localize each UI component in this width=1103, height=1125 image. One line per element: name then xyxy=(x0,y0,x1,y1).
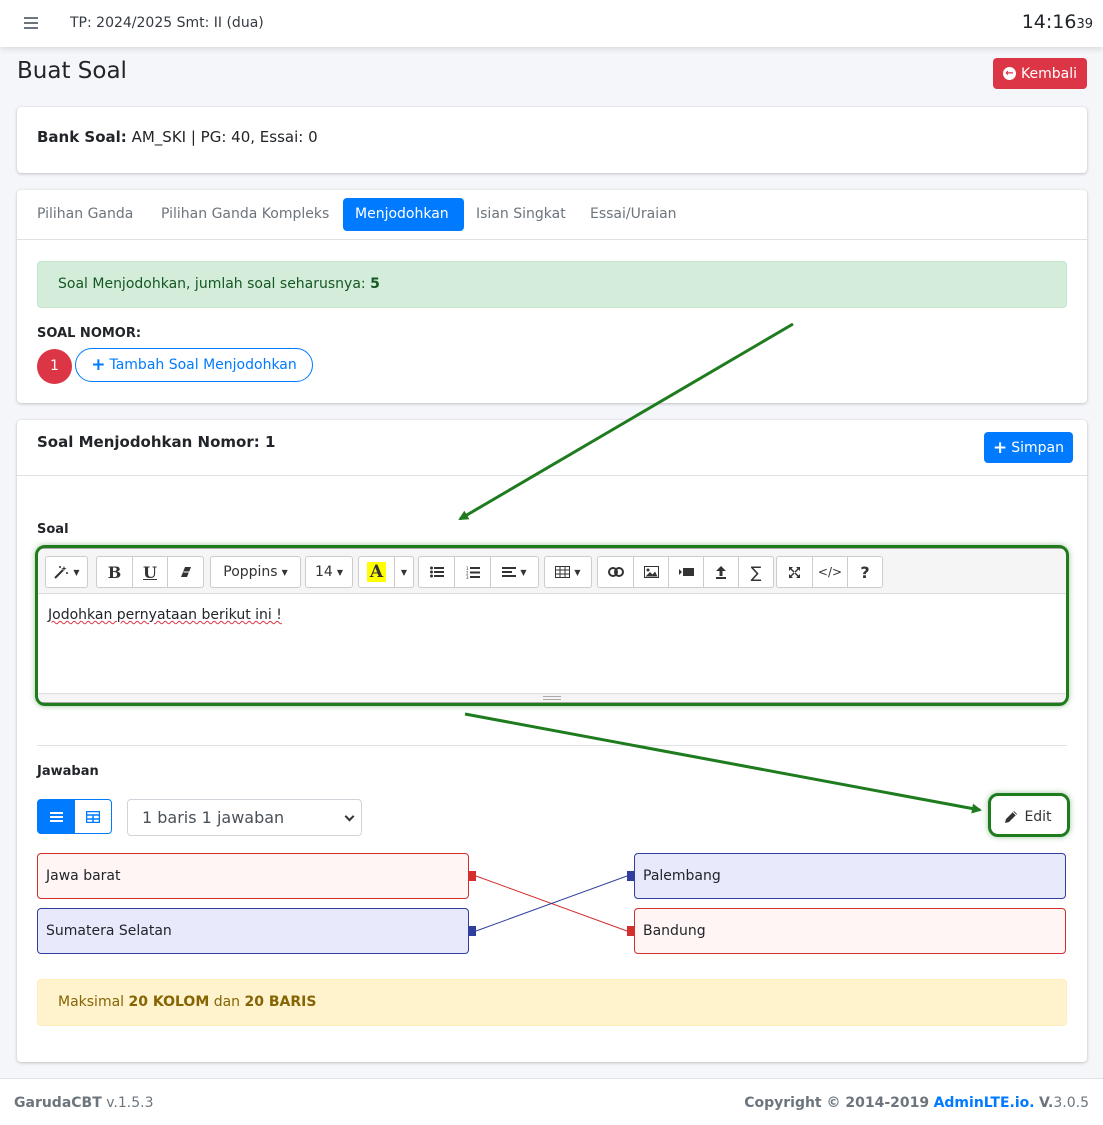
add-question-label: Tambah Soal Menjodohkan xyxy=(109,357,297,373)
app-name: GarudaCBT xyxy=(14,1095,102,1111)
back-button-label: Kembali xyxy=(1021,65,1077,82)
tab-isian-singkat[interactable]: Isian Singkat xyxy=(464,198,578,231)
annotation-highlight-editor xyxy=(35,545,1069,706)
question-editor-card: Soal Menjodohkan Nomor: 1 + Simpan Soal … xyxy=(17,420,1087,1062)
soal-label: Soal xyxy=(37,522,69,537)
chevron-down-icon xyxy=(344,811,355,822)
copyright-text: Copyright © 2014-2019 xyxy=(744,1095,930,1111)
bank-soal-label: Bank Soal: xyxy=(37,128,127,146)
version-number: 3.0.5 xyxy=(1053,1095,1089,1111)
right-item-label: Palembang xyxy=(643,868,721,884)
info-alert-text: Soal Menjodohkan, jumlah soal seharusnya… xyxy=(58,276,366,292)
clock-time: 14:16 xyxy=(1021,11,1077,33)
right-item-palembang[interactable]: Palembang xyxy=(634,853,1066,899)
left-item-label: Sumatera Selatan xyxy=(46,923,172,939)
tab-pilihan-ganda-kompleks[interactable]: Pilihan Ganda Kompleks xyxy=(149,198,341,231)
bank-soal-card: Bank Soal: AM_SKI | PG: 40, Essai: 0 xyxy=(17,107,1087,173)
question-type-card: Pilihan Ganda Pilihan Ganda Kompleks Men… xyxy=(17,190,1087,403)
tab-pilihan-ganda[interactable]: Pilihan Ganda xyxy=(25,198,145,231)
left-item-jawa-barat[interactable]: Jawa barat xyxy=(37,853,469,899)
footer-app: GarudaCBT v.1.5.3 xyxy=(14,1095,154,1111)
match-line-blue xyxy=(475,875,628,932)
add-question-button[interactable]: + Tambah Soal Menjodohkan xyxy=(75,348,313,382)
card-header: Soal Menjodohkan Nomor: 1 + Simpan xyxy=(17,420,1087,476)
bank-soal-value: AM_SKI | PG: 40, Essai: 0 xyxy=(131,128,318,146)
question-number-1[interactable]: 1 xyxy=(37,349,72,384)
soal-nomor-label: SOAL NOMOR: xyxy=(37,326,142,341)
divider xyxy=(37,745,1067,746)
warning-rows: 20 BARIS xyxy=(244,994,317,1010)
tab-menjodohkan[interactable]: Menjodohkan xyxy=(343,198,464,231)
left-item-sumatera-selatan[interactable]: Sumatera Selatan xyxy=(37,908,469,954)
back-button[interactable]: ← Kembali xyxy=(993,58,1087,89)
match-lines xyxy=(475,875,628,932)
info-alert: Soal Menjodohkan, jumlah soal seharusnya… xyxy=(37,261,1067,308)
tab-essai-uraian[interactable]: Essai/Uraian xyxy=(578,198,689,231)
connector-bandung[interactable] xyxy=(627,926,634,936)
warning-mid: dan xyxy=(213,994,241,1010)
connector-sumatera-selatan[interactable] xyxy=(469,926,476,936)
version-label: V. xyxy=(1039,1095,1054,1111)
answer-layout-value: 1 baris 1 jawaban xyxy=(142,808,285,827)
save-button[interactable]: + Simpan xyxy=(984,432,1073,463)
jawaban-label: Jawaban xyxy=(37,764,99,779)
academic-period: TP: 2024/2025 Smt: II (dua) xyxy=(70,15,264,31)
annotation-highlight-edit xyxy=(988,793,1070,837)
footer: GarudaCBT v.1.5.3 Copyright © 2014-2019 … xyxy=(0,1078,1103,1125)
left-item-label: Jawa barat xyxy=(46,868,121,884)
save-button-label: Simpan xyxy=(1011,439,1064,456)
answer-layout-select[interactable]: 1 baris 1 jawaban xyxy=(127,799,362,836)
right-item-label: Bandung xyxy=(643,923,706,939)
clock-seconds: 39 xyxy=(1076,17,1093,32)
plus-icon: + xyxy=(91,355,106,375)
arrow-left-circle-icon: ← xyxy=(1003,67,1016,80)
warning-alert: Maksimal 20 KOLOM dan 20 BARIS xyxy=(37,979,1067,1026)
warning-prefix: Maksimal xyxy=(58,994,125,1010)
menu-icon[interactable] xyxy=(24,17,38,29)
right-item-bandung[interactable]: Bandung xyxy=(634,908,1066,954)
warning-cols: 20 KOLOM xyxy=(128,994,210,1010)
connector-palembang[interactable] xyxy=(627,871,634,881)
clock: 14:1639 xyxy=(1022,11,1093,33)
question-type-tabs: Pilihan Ganda Pilihan Ganda Kompleks Men… xyxy=(17,190,1087,240)
page-title: Buat Soal xyxy=(17,58,127,84)
connector-jawa-barat[interactable] xyxy=(469,871,476,881)
table-view-button[interactable] xyxy=(74,799,112,834)
match-line-red xyxy=(475,875,628,932)
top-navbar: TP: 2024/2025 Smt: II (dua) 14:1639 xyxy=(0,0,1103,47)
footer-copyright: Copyright © 2014-2019 AdminLTE.io. V.3.0… xyxy=(744,1095,1089,1111)
list-icon xyxy=(49,811,63,822)
list-view-button[interactable] xyxy=(37,799,75,834)
view-toggle xyxy=(37,799,114,834)
plus-icon: + xyxy=(992,437,1008,458)
info-alert-count: 5 xyxy=(370,276,380,292)
table-view-icon xyxy=(86,810,100,823)
bank-soal-info: Bank Soal: AM_SKI | PG: 40, Essai: 0 xyxy=(37,128,318,146)
app-version: v.1.5.3 xyxy=(106,1095,154,1111)
question-title: Soal Menjodohkan Nomor: 1 xyxy=(37,433,276,451)
adminlte-link[interactable]: AdminLTE.io. xyxy=(934,1095,1035,1111)
